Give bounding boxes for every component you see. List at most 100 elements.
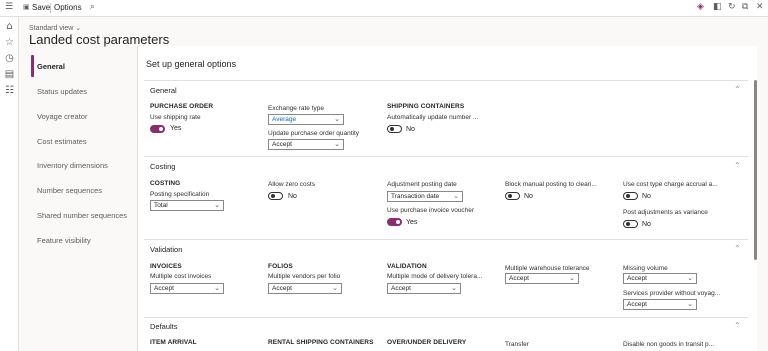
block-manual-value: No — [524, 193, 533, 200]
scrollbar[interactable] — [754, 80, 757, 260]
allow-zero-label: Allow zero costs — [268, 181, 315, 188]
section-divider — [144, 156, 748, 157]
group-validation: VALIDATION — [387, 263, 427, 270]
chevron-down-icon: ⌄ — [451, 284, 457, 292]
close-icon[interactable]: ✕ — [756, 2, 764, 12]
post-adj-variance-label: Post adjustments as variance — [623, 209, 708, 216]
diamond-icon[interactable]: ◈ — [697, 2, 704, 12]
update-po-qty-label: Update purchase order quantity — [268, 130, 360, 137]
open-new-window-icon[interactable]: ⧉ — [742, 2, 748, 12]
section-divider — [144, 80, 748, 81]
posting-spec-select[interactable]: Total ⌄ — [150, 200, 224, 211]
save-button[interactable]: Save — [32, 3, 50, 12]
nav-rail: ⌂ ☆ ◷ ▤ ☷ — [0, 17, 19, 351]
multi-mode-select[interactable]: Accept ⌄ — [387, 283, 461, 294]
use-pi-voucher-value: Yes — [406, 219, 418, 226]
group-over-under-delivery: OVER/UNDER DELIVERY — [387, 339, 467, 346]
auto-update-value: No — [406, 126, 415, 133]
workspace-icon[interactable]: ▤ — [4, 69, 15, 80]
chevron-down-icon: ⌄ — [334, 115, 340, 123]
chevron-up-icon[interactable]: ⌃ — [734, 321, 741, 330]
chevron-down-icon: ⌄ — [214, 284, 220, 292]
section-general-header[interactable]: General — [150, 86, 177, 95]
section-defaults-header[interactable]: Defaults — [150, 322, 178, 331]
clock-icon[interactable]: ◷ — [4, 53, 15, 64]
exchange-rate-type-label: Exchange rate type — [268, 105, 325, 112]
section-divider — [144, 239, 748, 240]
services-provider-label: Services provider without voyag... — [623, 290, 721, 297]
post-adj-variance-value: No — [642, 221, 651, 228]
top-toolbar: ☰ ▣ Save Options ⌕ ◈ ◧ ↻ ⧉ ✕ — [0, 0, 768, 17]
tab-general[interactable]: General — [37, 62, 137, 71]
selected-tab-indicator — [31, 55, 34, 77]
services-provider-select[interactable]: Accept ⌄ — [623, 299, 697, 310]
post-adj-variance-toggle[interactable] — [623, 220, 638, 228]
chevron-down-icon: ⌄ — [453, 192, 459, 200]
options-button[interactable]: Options — [54, 3, 82, 12]
home-icon[interactable]: ⌂ — [4, 21, 15, 32]
multi-vendors-select[interactable]: Accept ⌄ — [268, 283, 342, 294]
section-validation-header[interactable]: Validation — [150, 245, 182, 254]
toolbar-divider — [50, 3, 51, 13]
refresh-icon[interactable]: ↻ — [728, 2, 736, 12]
chevron-up-icon[interactable]: ⌃ — [734, 85, 741, 94]
auto-update-label: Automatically update number ... — [387, 114, 479, 121]
use-shipping-rate-label: Use shipping rate — [150, 114, 201, 121]
allow-zero-value: No — [288, 193, 297, 200]
chevron-down-icon: ⌄ — [214, 201, 220, 209]
missing-vol-select[interactable]: Accept ⌄ — [623, 273, 697, 284]
chevron-up-icon[interactable]: ⌃ — [734, 244, 741, 253]
auto-update-toggle[interactable] — [387, 125, 402, 133]
group-folios: FOLIOS — [268, 263, 293, 270]
group-costing: COSTING — [150, 180, 181, 187]
chevron-down-icon: ⌄ — [687, 300, 693, 308]
tab-voyage-creator[interactable]: Voyage creator — [37, 112, 137, 121]
multi-wh-label: Multiple warehouse tolerance — [505, 265, 590, 272]
adj-posting-date-select[interactable]: Transaction date ⌄ — [387, 191, 463, 202]
chevron-down-icon: ⌄ — [332, 284, 338, 292]
allow-zero-toggle[interactable] — [268, 192, 283, 200]
tab-inventory-dimensions[interactable]: Inventory dimensions — [37, 161, 137, 170]
group-purchase-order: PURCHASE ORDER — [150, 103, 214, 110]
block-manual-label: Block manual posting to cleari... — [505, 181, 597, 188]
tab-number-sequences[interactable]: Number sequences — [37, 186, 137, 195]
exchange-rate-type-select[interactable]: Average ⌄ — [268, 114, 344, 125]
multi-vendors-label: Multiple vendors per folio — [268, 273, 341, 280]
posting-spec-label: Posting specification — [150, 191, 210, 198]
chevron-down-icon: ⌄ — [334, 140, 340, 148]
cost-type-accrual-label: Use cost type charge accrual a... — [623, 181, 718, 188]
office-icon[interactable]: ◧ — [713, 2, 722, 12]
tab-feature-visibility[interactable]: Feature visibility — [37, 236, 137, 245]
tab-status-updates[interactable]: Status updates — [37, 87, 137, 96]
panel-heading: Set up general options — [146, 59, 237, 69]
multi-cost-inv-label: Multiple cost invoices — [150, 273, 212, 280]
hamburger-icon[interactable]: ☰ — [5, 2, 13, 12]
section-costing-header[interactable]: Costing — [150, 162, 175, 171]
multi-wh-select[interactable]: Accept ⌄ — [505, 273, 579, 284]
multi-cost-inv-select[interactable]: Accept ⌄ — [150, 283, 224, 294]
update-po-qty-select[interactable]: Accept ⌄ — [268, 139, 344, 150]
disable-non-goods-label: Disable non goods in transit p... — [623, 341, 715, 348]
star-icon[interactable]: ☆ — [4, 37, 15, 48]
missing-vol-label: Missing volume — [623, 265, 668, 272]
section-divider — [144, 317, 748, 318]
view-selector[interactable]: Standard view ⌄ — [29, 24, 81, 32]
tab-cost-estimates[interactable]: Cost estimates — [37, 137, 137, 146]
cost-type-accrual-value: No — [642, 193, 651, 200]
use-pi-voucher-toggle[interactable] — [387, 218, 402, 226]
chevron-up-icon[interactable]: ⌃ — [734, 161, 741, 170]
block-manual-toggle[interactable] — [505, 192, 520, 200]
chevron-down-icon: ⌄ — [569, 274, 575, 282]
multi-mode-label: Multiple mode of delivery tolera... — [387, 273, 483, 280]
group-item-arrival: ITEM ARRIVAL — [150, 339, 197, 346]
tab-shared-number-sequences[interactable]: Shared number sequences — [37, 211, 137, 220]
use-pi-voucher-label: Use purchase invoice voucher — [387, 207, 475, 214]
cost-type-accrual-toggle[interactable] — [623, 192, 638, 200]
chevron-down-icon: ⌄ — [687, 274, 693, 282]
search-icon[interactable]: ⌕ — [90, 2, 95, 12]
list-icon[interactable]: ☷ — [4, 85, 15, 96]
group-shipping-containers: SHIPPING CONTAINERS — [387, 103, 465, 110]
use-shipping-rate-toggle[interactable] — [150, 125, 165, 133]
group-rental-shipping-containers: RENTAL SHIPPING CONTAINERS — [268, 339, 374, 346]
transfer-label: Transfer — [505, 341, 529, 348]
